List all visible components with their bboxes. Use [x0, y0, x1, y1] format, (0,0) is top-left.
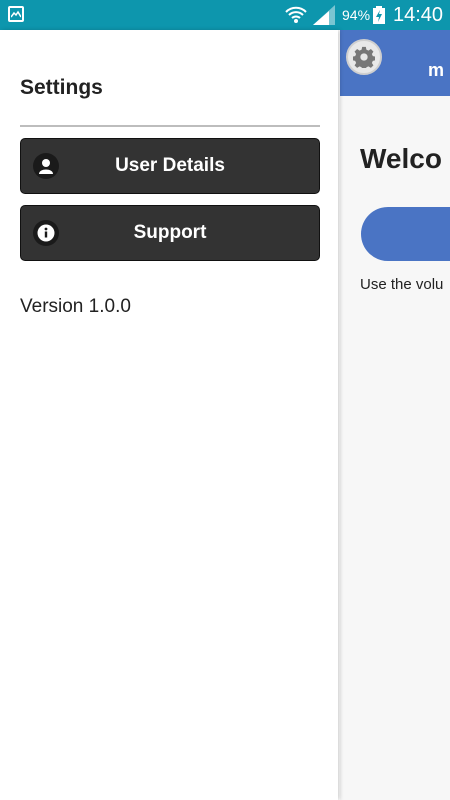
gallery-icon: [8, 6, 24, 22]
battery-percent: 94%: [342, 7, 371, 23]
gear-icon[interactable]: [346, 39, 382, 75]
divider: [20, 125, 320, 127]
drawer-title: Settings: [20, 76, 103, 99]
navigation-drawer: Settings User Details Support Version 1.…: [0, 30, 338, 800]
primary-button[interactable]: [361, 207, 450, 261]
header-title: m: [428, 60, 445, 80]
wifi-icon: [284, 4, 308, 31]
user-details-button[interactable]: User Details: [20, 138, 320, 194]
app-header: m: [340, 30, 450, 96]
version-text: Version 1.0.0: [20, 296, 131, 317]
signal-icon: [313, 5, 335, 30]
hint-text: Use the volu: [360, 276, 444, 293]
welcome-heading: Welco: [360, 143, 442, 174]
support-label: Support: [133, 222, 207, 243]
status-bar: 94% 14:40: [0, 0, 450, 30]
battery-charging-icon: [373, 6, 385, 29]
support-button[interactable]: Support: [20, 205, 320, 261]
main-content: m Welco Use the volu: [340, 30, 450, 800]
user-details-label: User Details: [115, 155, 225, 176]
clock: 14:40: [393, 4, 444, 26]
